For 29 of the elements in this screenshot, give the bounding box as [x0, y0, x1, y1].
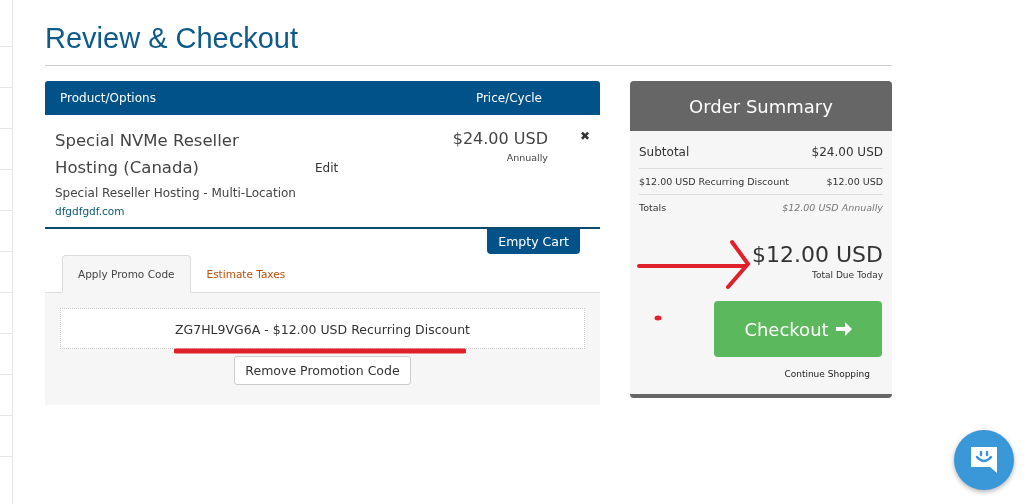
billing-cycle: Annually	[506, 152, 548, 163]
total-label: Total Due Today	[812, 270, 883, 280]
domain-name: dfgdfgdf.com	[55, 205, 126, 217]
remove-promo-button[interactable]: Remove Promotion Code	[234, 356, 411, 385]
smiley-chat-icon	[968, 444, 1000, 476]
product-price: $24.00 USD	[452, 129, 548, 148]
column-header: Price/Cycle	[475, 91, 542, 105]
summary-value: $12.00 USD Annually	[782, 202, 883, 213]
summary-value: $12.00 USD	[826, 176, 883, 187]
summary-value: $24.00 USD	[811, 145, 883, 159]
continue-shopping-link[interactable]: Continue Shopping	[630, 369, 870, 379]
arrow-right-icon	[834, 321, 852, 337]
annotation-dot	[654, 315, 662, 321]
chat-button[interactable]	[954, 430, 1014, 490]
summary-label: Totals	[639, 202, 667, 213]
tab[interactable]: Apply Promo Code	[62, 255, 191, 293]
page-title: Review & Checkout	[45, 22, 299, 66]
summary-title: Order Summary	[630, 81, 892, 131]
tab[interactable]: Estimate Taxes	[190, 255, 302, 293]
edit-link[interactable]: Edit	[315, 161, 339, 175]
summary-label: Subtotal	[639, 145, 690, 159]
product-name: Special NVMe Reseller Hosting (Canada)	[55, 130, 240, 179]
column-header: Product/Options	[60, 91, 156, 105]
empty-cart-button[interactable]: Empty Cart	[487, 229, 580, 254]
summary-label: $12.00 USD Recurring Discount	[639, 176, 789, 187]
remove-button[interactable]: ✖	[580, 127, 590, 145]
product-group: Special Reseller Hosting - Multi-Location	[55, 186, 348, 200]
total-amount: $12.00 USD	[752, 242, 883, 267]
applied-promo: ZG7HL9VG6A - $12.00 USD Recurring Discount	[60, 308, 585, 349]
